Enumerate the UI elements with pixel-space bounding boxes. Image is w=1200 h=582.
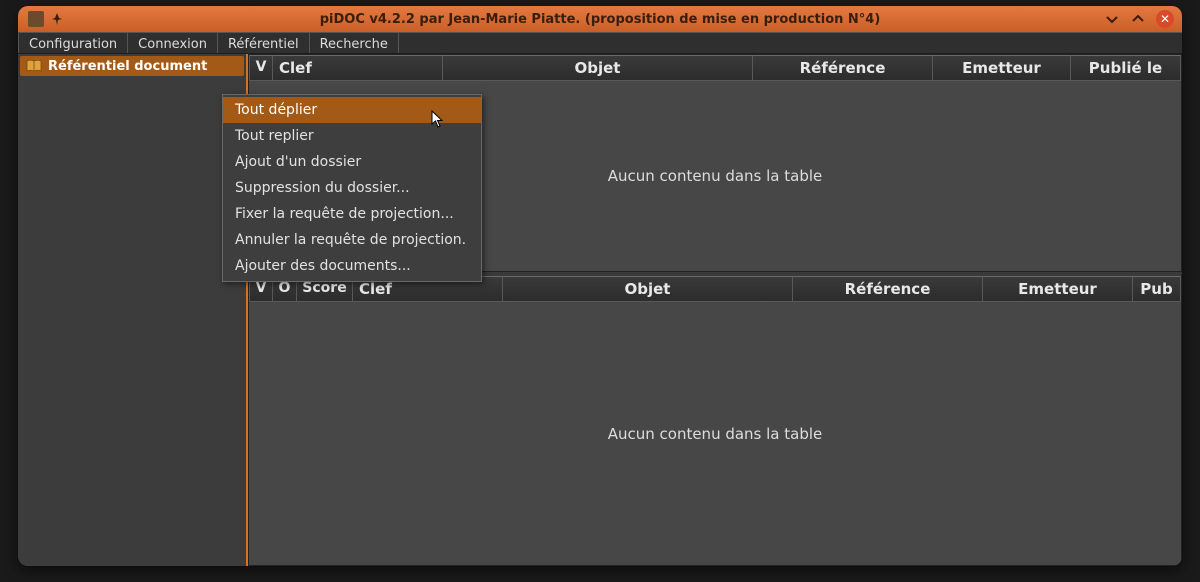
app-icon: [28, 11, 44, 27]
table-bottom-body: Aucun contenu dans la table: [249, 302, 1181, 565]
th-bot-emit[interactable]: Emetteur: [983, 276, 1133, 302]
th-top-pub[interactable]: Publié le: [1071, 55, 1181, 81]
tree-root-label: Référentiel document: [48, 59, 207, 74]
close-button[interactable]: ✕: [1156, 10, 1174, 28]
th-top-v[interactable]: V: [249, 55, 273, 81]
table-bottom: V O Score Clef Objet Référence Emetteur …: [248, 272, 1182, 566]
table-bottom-empty-text: Aucun contenu dans la table: [608, 425, 823, 443]
menu-configuration[interactable]: Configuration: [18, 33, 128, 53]
window-title: piDOC v4.2.2 par Jean-Marie Piatte. (pro…: [18, 12, 1182, 27]
th-top-ref[interactable]: Référence: [753, 55, 933, 81]
menu-connexion[interactable]: Connexion: [127, 33, 218, 53]
workarea: Référentiel document V Clef Objet Référe…: [18, 54, 1182, 566]
context-menu-item-cancel-projection[interactable]: Annuler la requête de projection.: [223, 227, 481, 253]
menubar: Configuration Connexion Référentiel Rech…: [18, 32, 1182, 54]
context-menu: Tout déplier Tout replier Ajout d'un dos…: [222, 94, 482, 282]
table-top-header: V Clef Objet Référence Emetteur Publié l…: [249, 55, 1181, 81]
app-window: piDOC v4.2.2 par Jean-Marie Piatte. (pro…: [18, 6, 1182, 566]
tree-root-item[interactable]: Référentiel document: [20, 56, 244, 76]
minimize-button[interactable]: [1104, 11, 1120, 27]
th-top-clef[interactable]: Clef: [273, 55, 443, 81]
context-menu-item-add-folder[interactable]: Ajout d'un dossier: [223, 149, 481, 175]
context-menu-item-delete-folder[interactable]: Suppression du dossier...: [223, 175, 481, 201]
th-top-emit[interactable]: Emetteur: [933, 55, 1071, 81]
menu-referentiel[interactable]: Référentiel: [217, 33, 310, 53]
table-top-empty-text: Aucun contenu dans la table: [608, 167, 823, 185]
menu-recherche[interactable]: Recherche: [309, 33, 399, 53]
sidebar: Référentiel document: [18, 54, 248, 566]
titlebar: piDOC v4.2.2 par Jean-Marie Piatte. (pro…: [18, 6, 1182, 32]
maximize-button[interactable]: [1130, 11, 1146, 27]
context-menu-item-expand-all[interactable]: Tout déplier: [223, 97, 481, 123]
th-bot-objet[interactable]: Objet: [503, 276, 793, 302]
th-top-objet[interactable]: Objet: [443, 55, 753, 81]
book-icon: [26, 60, 42, 72]
context-menu-item-add-documents[interactable]: Ajouter des documents...: [223, 253, 481, 279]
th-bot-ref[interactable]: Référence: [793, 276, 983, 302]
context-menu-item-set-projection-query[interactable]: Fixer la requête de projection...: [223, 201, 481, 227]
context-menu-item-collapse-all[interactable]: Tout replier: [223, 123, 481, 149]
th-bot-pub[interactable]: Pub: [1133, 276, 1181, 302]
pin-icon[interactable]: [50, 12, 64, 26]
